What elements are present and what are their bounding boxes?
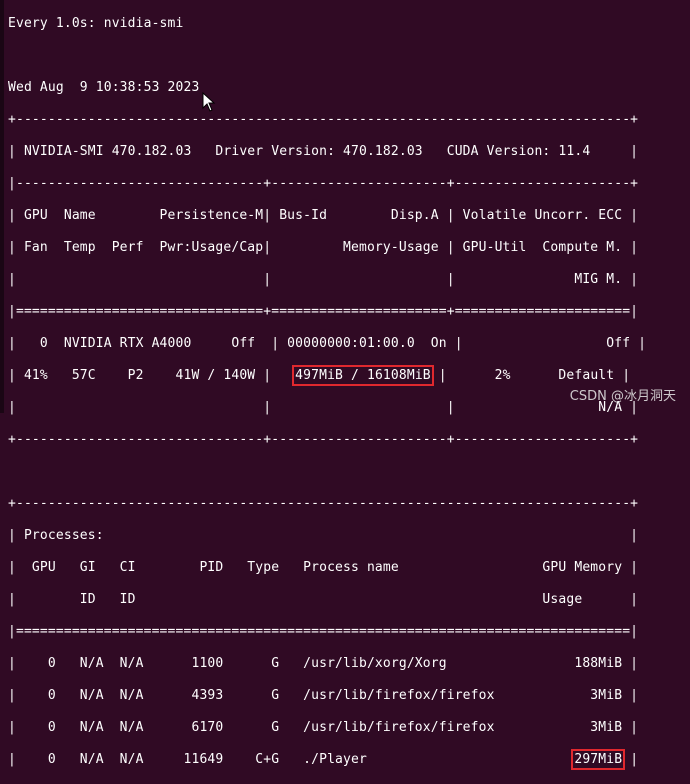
process-row: | 0 N/A N/A 4393 G /usr/lib/firefox/fire…	[8, 688, 639, 703]
process-row-player-left: | 0 N/A N/A 11649 C+G ./Player	[8, 752, 575, 767]
gpu-row-2-right: | 2% Default |	[430, 368, 631, 383]
table-border-top: +---------------------------------------…	[8, 112, 639, 127]
proc-title: | Processes: |	[8, 528, 639, 543]
table-header-row2: | Fan Temp Perf Pwr:Usage/Cap| Memory-Us…	[8, 240, 639, 255]
gpu-memory-usage-highlight: 497MiB / 16108MiB	[292, 365, 434, 386]
process-row-player-right: |	[622, 752, 639, 767]
table-separator: |-------------------------------+-------…	[8, 176, 639, 191]
table-header-row1: | GPU Name Persistence-M| Bus-Id Disp.A …	[8, 208, 639, 223]
terminal-output: Every 1.0s: nvidia-smi Wed Aug 9 10:38:5…	[8, 0, 686, 770]
gpu-row-2: | 41% 57C P2 41W / 140W | 497MiB / 16108…	[8, 365, 686, 386]
watermark: CSDN @冰月洞天	[569, 389, 676, 404]
timestamp: Wed Aug 9 10:38:53 2023	[8, 80, 200, 95]
watch-header: Every 1.0s: nvidia-smi	[8, 16, 184, 31]
table-separator-eq: |===============================+=======…	[8, 304, 639, 319]
table-header-row3: | | | MIG M. |	[8, 272, 639, 287]
proc-header-row1: | GPU GI CI PID Type Process name GPU Me…	[8, 560, 639, 575]
process-row-player: | 0 N/A N/A 11649 C+G ./Player 297MiB |	[8, 749, 686, 770]
table-border-mid: +-------------------------------+-------…	[8, 432, 639, 447]
proc-border-top: +---------------------------------------…	[8, 496, 639, 511]
smi-version-line: | NVIDIA-SMI 470.182.03 Driver Version: …	[8, 144, 639, 159]
gpu-row-1: | 0 NVIDIA RTX A4000 Off | 00000000:01:0…	[8, 336, 647, 351]
gpu-row-2-left: | 41% 57C P2 41W / 140W |	[8, 368, 296, 383]
player-memory-highlight: 297MiB	[571, 749, 626, 770]
window-edge	[0, 0, 4, 413]
process-row: | 0 N/A N/A 6170 G /usr/lib/firefox/fire…	[8, 720, 639, 735]
proc-separator-eq: |=======================================…	[8, 624, 639, 639]
proc-header-row2: | ID ID Usage |	[8, 592, 639, 607]
process-row: | 0 N/A N/A 1100 G /usr/lib/xorg/Xorg 18…	[8, 656, 639, 671]
mouse-pointer-icon	[202, 92, 216, 112]
